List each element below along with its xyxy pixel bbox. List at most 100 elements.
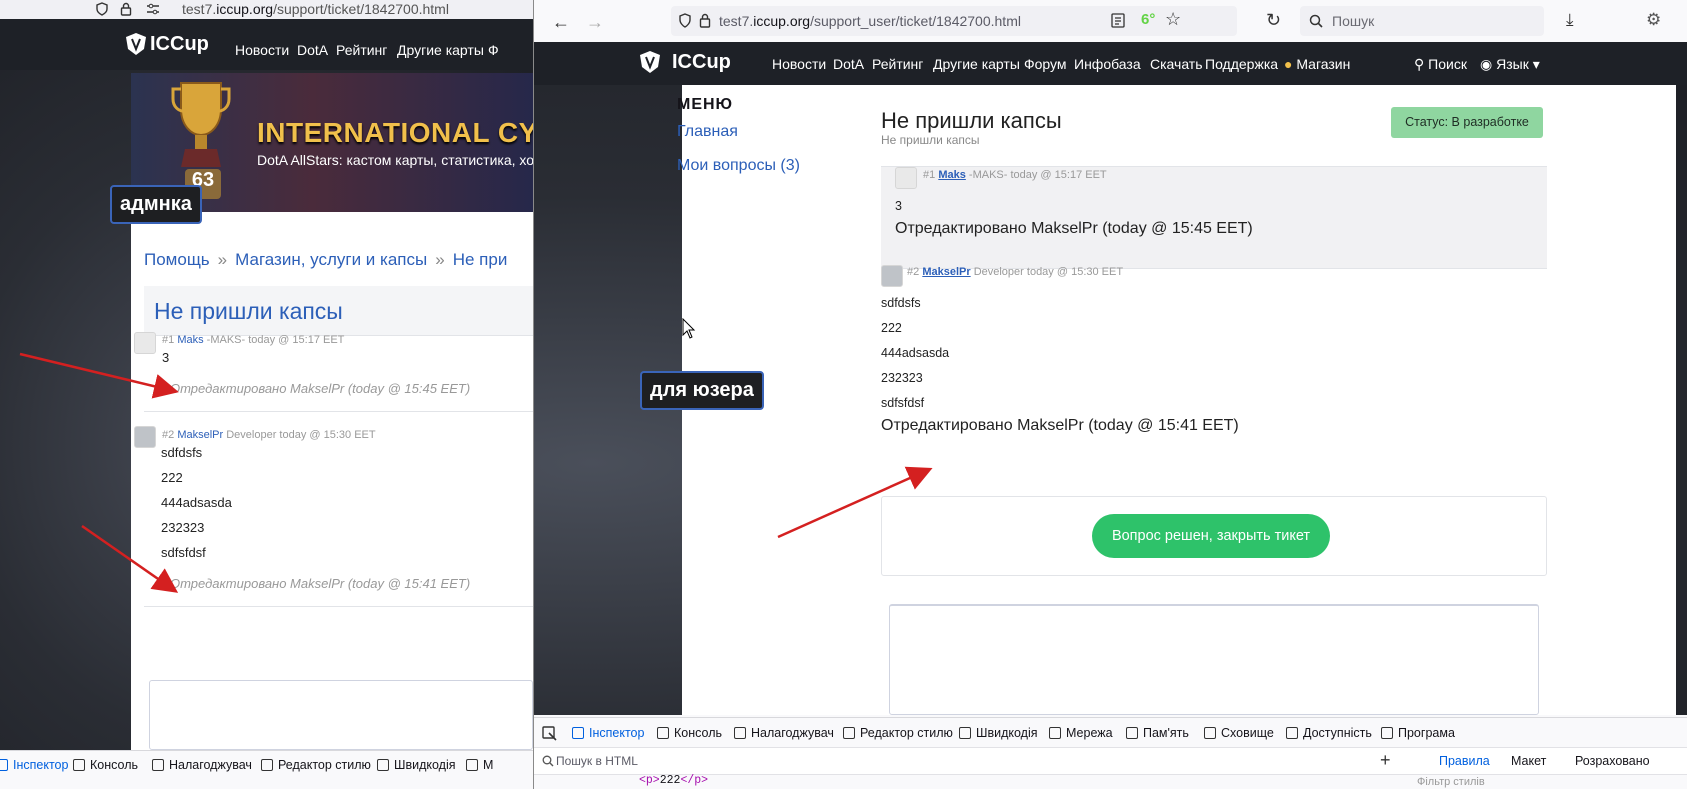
menu-link-my-questions[interactable]: Мои вопросы (3) bbox=[677, 157, 800, 175]
nav-language[interactable]: ◉ Язык ▾ bbox=[1480, 56, 1540, 73]
add-node-icon[interactable]: + bbox=[1380, 750, 1391, 771]
avatar[interactable] bbox=[134, 332, 156, 354]
storage-icon bbox=[1204, 727, 1216, 739]
tab-performance[interactable]: Швидкодія bbox=[377, 758, 456, 772]
tab-debugger[interactable]: Налагоджувач bbox=[152, 758, 252, 772]
post-time: today @ 15:17 EET bbox=[1010, 169, 1107, 181]
download-icon[interactable]: ⤓ bbox=[1566, 10, 1574, 30]
post-line: sdfsfdsf bbox=[881, 396, 925, 410]
weather-badge[interactable]: 6° bbox=[1141, 11, 1155, 28]
shield-icon bbox=[679, 13, 691, 28]
pick-element-icon[interactable] bbox=[542, 726, 558, 742]
address-bar[interactable]: test7.iccup.org/support_user/ticket/1842… bbox=[671, 6, 1237, 36]
tab-style-editor[interactable]: Редактор стилю bbox=[261, 758, 371, 772]
nav-download[interactable]: Скачать bbox=[1150, 56, 1203, 72]
avatar[interactable] bbox=[134, 426, 156, 448]
banner-headline: INTERNATIONAL CYBER C bbox=[257, 117, 533, 148]
post-line: 232323 bbox=[881, 371, 923, 385]
nav-other-maps[interactable]: Другие карты bbox=[397, 42, 484, 58]
url-text[interactable]: test7.iccup.org/support_user/ticket/1842… bbox=[719, 13, 1021, 29]
reader-view-icon[interactable] bbox=[1111, 13, 1125, 28]
nav-rating[interactable]: Рейтинг bbox=[872, 56, 923, 72]
post-meta: #2 MakselPr Developer today @ 15:30 EET bbox=[907, 266, 1123, 278]
tab-inspector[interactable]: Інспектор bbox=[0, 758, 68, 772]
debugger-icon bbox=[152, 759, 164, 771]
nav-dota[interactable]: DotA bbox=[297, 42, 328, 58]
ticket-title: Не пришли капсы bbox=[881, 108, 1062, 133]
nav-infobase[interactable]: Инфобаза bbox=[1074, 56, 1141, 72]
breadcrumb-shop[interactable]: Магазин, услуги и капсы bbox=[235, 250, 427, 269]
page-settings-icon[interactable] bbox=[146, 3, 160, 15]
edited-note: Отредактировано MakselPr (today @ 15:45 … bbox=[895, 220, 1253, 237]
memory-icon bbox=[1126, 727, 1138, 739]
post-line: sdfdsfs bbox=[161, 445, 203, 460]
close-ticket-button[interactable]: Вопрос решен, закрыть тикет bbox=[1092, 514, 1330, 558]
post-author[interactable]: Maks bbox=[177, 334, 203, 346]
bookmark-star-icon[interactable]: ☆ bbox=[1165, 9, 1181, 30]
tab-debugger[interactable]: Налагоджувач bbox=[734, 726, 834, 740]
tab-layout[interactable]: Макет bbox=[1511, 754, 1546, 768]
mouse-cursor-icon bbox=[682, 318, 696, 339]
tab-memory[interactable]: Пам'ять bbox=[1126, 726, 1189, 740]
reply-editor[interactable] bbox=[889, 604, 1539, 715]
tab-style-editor[interactable]: Редактор стилю bbox=[843, 726, 953, 740]
extensions-icon[interactable]: ⚙ bbox=[1646, 10, 1661, 30]
nav-news[interactable]: Новости bbox=[772, 56, 826, 72]
lock-icon bbox=[120, 2, 132, 16]
search-icon: ⚲ bbox=[1414, 56, 1425, 72]
shield-icon bbox=[96, 2, 108, 16]
breadcrumb-help[interactable]: Помощь bbox=[144, 250, 210, 269]
nav-news[interactable]: Новости bbox=[235, 42, 289, 58]
reload-icon[interactable]: ↻ bbox=[1266, 10, 1281, 31]
post-divider bbox=[144, 606, 533, 607]
browser-toolbar: ← → test7.iccup.org/support_user/ticket/… bbox=[534, 0, 1687, 42]
coins-icon: ● bbox=[1284, 56, 1293, 72]
url-text[interactable]: test7.iccup.org/support/ticket/1842700.h… bbox=[182, 1, 449, 17]
post-1-background bbox=[881, 166, 1547, 269]
trophy-icon bbox=[171, 82, 231, 167]
nav-shop[interactable]: ● Магазин bbox=[1284, 56, 1350, 72]
back-icon[interactable]: ← bbox=[552, 12, 570, 33]
html-search-input[interactable]: Пошук в HTML bbox=[556, 754, 638, 768]
tab-performance[interactable]: Швидкодія bbox=[959, 726, 1038, 740]
search-placeholder: Пошук bbox=[1332, 13, 1375, 29]
nav-search[interactable]: ⚲ Поиск bbox=[1414, 56, 1467, 73]
tab-accessibility[interactable]: Доступність bbox=[1286, 726, 1372, 740]
search-icon bbox=[1309, 14, 1323, 28]
tab-network[interactable]: М bbox=[466, 758, 493, 772]
tab-network[interactable]: Мережа bbox=[1049, 726, 1113, 740]
avatar[interactable] bbox=[895, 167, 917, 189]
nav-other-maps[interactable]: Другие карты bbox=[933, 56, 1020, 72]
site-logo[interactable]: ICCup bbox=[672, 51, 731, 74]
forward-icon[interactable]: → bbox=[586, 12, 604, 33]
tab-console[interactable]: Консоль bbox=[73, 758, 138, 772]
devtools-search-row: Пошук в HTML + Правила Макет Розраховано bbox=[534, 748, 1687, 775]
post-author[interactable]: MakselPr bbox=[922, 266, 970, 278]
tab-application[interactable]: Програма bbox=[1381, 726, 1455, 740]
nav-dota[interactable]: DotA bbox=[833, 56, 864, 72]
tab-storage[interactable]: Сховище bbox=[1204, 726, 1274, 740]
nav-rating[interactable]: Рейтинг bbox=[336, 42, 387, 58]
search-field[interactable]: Пошук bbox=[1300, 6, 1544, 36]
ticket-title: Не пришли капсы bbox=[154, 298, 343, 324]
post-divider bbox=[144, 411, 533, 412]
address-bar[interactable]: test7.iccup.org/support/ticket/1842700.h… bbox=[0, 0, 533, 19]
tab-rules[interactable]: Правила bbox=[1439, 754, 1490, 768]
html-node-line[interactable]: <p>222</p> bbox=[639, 774, 708, 787]
post-author[interactable]: Maks bbox=[938, 169, 966, 181]
menu-link-home[interactable]: Главная bbox=[677, 123, 738, 141]
site-logo[interactable]: ICCup bbox=[150, 33, 209, 56]
reply-editor[interactable] bbox=[149, 680, 533, 750]
breadcrumb-ticket[interactable]: Не при bbox=[453, 250, 508, 269]
nav-forum-cut[interactable]: Ф bbox=[488, 42, 499, 58]
tab-inspector[interactable]: Інспектор bbox=[572, 726, 644, 740]
post-meta: #1 Maks -MAKS- today @ 15:17 EET bbox=[162, 334, 344, 346]
post-author[interactable]: MakselPr bbox=[177, 429, 223, 441]
tab-computed[interactable]: Розраховано bbox=[1575, 754, 1650, 768]
styles-filter[interactable]: Фільтр стилів bbox=[1417, 776, 1485, 788]
breadcrumb-separator: » bbox=[217, 250, 228, 269]
nav-forum[interactable]: Форум bbox=[1024, 56, 1067, 72]
nav-support[interactable]: Поддержка bbox=[1205, 56, 1278, 72]
tab-console[interactable]: Консоль bbox=[657, 726, 722, 740]
avatar[interactable] bbox=[881, 265, 903, 287]
